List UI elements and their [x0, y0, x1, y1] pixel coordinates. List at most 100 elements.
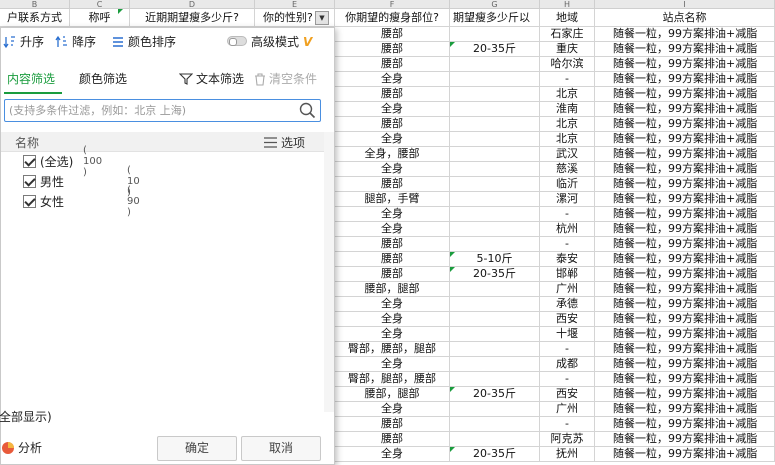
cell-weight-range[interactable] — [450, 402, 540, 417]
analysis-button[interactable]: 分析 — [1, 440, 42, 456]
cell-site-name[interactable]: 随餐一粒，99方案排油+减脂 — [595, 342, 775, 357]
cell-region[interactable]: 漯河 — [540, 192, 595, 207]
cell-body-part[interactable]: 腰部 — [335, 87, 450, 102]
cell-region[interactable]: 临沂 — [540, 177, 595, 192]
cell-site-name[interactable]: 随餐一粒，99方案排油+减脂 — [595, 57, 775, 72]
cell-body-part[interactable]: 全身 — [335, 207, 450, 222]
cell-body-part[interactable]: 腰部 — [335, 432, 450, 447]
cell-weight-range[interactable] — [450, 432, 540, 447]
cell-site-name[interactable]: 随餐一粒，99方案排油+减脂 — [595, 237, 775, 252]
cell-body-part[interactable]: 腰部，腿部 — [335, 387, 450, 402]
list-item-male[interactable]: 男性 ( 10 ) — [23, 165, 140, 198]
cell-site-name[interactable]: 随餐一粒，99方案排油+减脂 — [595, 132, 775, 147]
tab-content-filter[interactable]: 内容筛选 — [7, 71, 55, 87]
cell-region[interactable]: 北京 — [540, 117, 595, 132]
list-scrollbar[interactable] — [324, 132, 334, 412]
cell-site-name[interactable]: 随餐一粒，99方案排油+减脂 — [595, 117, 775, 132]
cancel-button[interactable]: 取消 — [241, 436, 321, 461]
cell-weight-range[interactable] — [450, 192, 540, 207]
cell-site-name[interactable]: 随餐一粒，99方案排油+减脂 — [595, 402, 775, 417]
cell-region[interactable]: 承德 — [540, 297, 595, 312]
cell-site-name[interactable]: 随餐一粒，99方案排油+减脂 — [595, 27, 775, 42]
cell-site-name[interactable]: 随餐一粒，99方案排油+减脂 — [595, 282, 775, 297]
cell-site-name[interactable]: 随餐一粒，99方案排油+减脂 — [595, 222, 775, 237]
cell-region[interactable]: 广州 — [540, 282, 595, 297]
cell-region[interactable]: 淮南 — [540, 102, 595, 117]
cell-body-part[interactable]: 臀部，腰部，腿部 — [335, 342, 450, 357]
cell-site-name[interactable]: 随餐一粒，99方案排油+减脂 — [595, 72, 775, 87]
cell-region[interactable]: - — [540, 72, 595, 87]
checkbox-select-all[interactable] — [23, 154, 36, 168]
cell-body-part[interactable]: 腰部 — [335, 42, 450, 57]
cell-site-name[interactable]: 随餐一粒，99方案排油+减脂 — [595, 177, 775, 192]
cell-body-part[interactable]: 全身 — [335, 402, 450, 417]
cell-body-part[interactable]: 腿部，手臂 — [335, 192, 450, 207]
cell-region[interactable]: 广州 — [540, 402, 595, 417]
cell-region[interactable]: 西安 — [540, 387, 595, 402]
cell-region[interactable]: 杭州 — [540, 222, 595, 237]
cell-weight-range[interactable] — [450, 72, 540, 87]
cell-weight-range[interactable]: 5-10斤 — [450, 252, 540, 267]
column-letter-d[interactable]: D — [130, 0, 255, 9]
cell-site-name[interactable]: 随餐一粒，99方案排油+减脂 — [595, 447, 775, 462]
cell-region[interactable]: - — [540, 237, 595, 252]
cell-region[interactable]: - — [540, 342, 595, 357]
cell-site-name[interactable]: 随餐一粒，99方案排油+减脂 — [595, 357, 775, 372]
cell-weight-range[interactable] — [450, 177, 540, 192]
cell-site-name[interactable]: 随餐一粒，99方案排油+减脂 — [595, 42, 775, 57]
cell-body-part[interactable]: 腰部，腿部 — [335, 282, 450, 297]
cell-region[interactable]: 泰安 — [540, 252, 595, 267]
filter-search-input[interactable] — [4, 99, 321, 122]
cell-site-name[interactable]: 随餐一粒，99方案排油+减脂 — [595, 162, 775, 177]
header-region[interactable]: 地域 — [540, 9, 595, 27]
column-letter-f[interactable]: F — [335, 0, 450, 9]
cell-weight-range[interactable] — [450, 357, 540, 372]
cell-region[interactable]: 十堰 — [540, 327, 595, 342]
cell-body-part[interactable]: 全身 — [335, 72, 450, 87]
cell-region[interactable]: 武汉 — [540, 147, 595, 162]
cell-weight-range[interactable]: 20-35斤 — [450, 447, 540, 462]
cell-site-name[interactable]: 随餐一粒，99方案排油+减脂 — [595, 147, 775, 162]
cell-region[interactable]: 北京 — [540, 87, 595, 102]
cell-weight-range[interactable] — [450, 282, 540, 297]
cell-region[interactable]: 北京 — [540, 132, 595, 147]
checkbox-female[interactable] — [23, 194, 36, 208]
checkbox-male[interactable] — [23, 174, 36, 188]
cell-body-part[interactable]: 腰部 — [335, 27, 450, 42]
cell-weight-range[interactable] — [450, 237, 540, 252]
cell-weight-range[interactable] — [450, 147, 540, 162]
column-letter-g[interactable]: G — [450, 0, 540, 9]
cell-site-name[interactable]: 随餐一粒，99方案排油+减脂 — [595, 417, 775, 432]
options-button[interactable]: 选项 — [264, 134, 305, 151]
cell-body-part[interactable]: 全身 — [335, 327, 450, 342]
header-body-part[interactable]: 你期望的瘦身部位? — [335, 9, 450, 27]
cell-weight-range[interactable] — [450, 312, 540, 327]
cell-site-name[interactable]: 随餐一粒，99方案排油+减脂 — [595, 327, 775, 342]
cell-site-name[interactable]: 随餐一粒，99方案排油+减脂 — [595, 372, 775, 387]
cell-body-part[interactable]: 腰部 — [335, 252, 450, 267]
cell-body-part[interactable]: 全身，腰部 — [335, 147, 450, 162]
cell-body-part[interactable]: 腰部 — [335, 117, 450, 132]
sort-asc-button[interactable]: 升序 — [3, 34, 44, 50]
cell-region[interactable]: 西安 — [540, 312, 595, 327]
list-item-female[interactable]: 女性 ( 90 ) — [23, 185, 140, 218]
cell-site-name[interactable]: 随餐一粒，99方案排油+减脂 — [595, 207, 775, 222]
cell-region[interactable]: 重庆 — [540, 42, 595, 57]
column-letter-b[interactable]: B — [0, 0, 70, 9]
text-filter-button[interactable]: 文本筛选 — [179, 71, 244, 87]
advanced-mode-toggle[interactable] — [227, 36, 247, 46]
tab-color-filter[interactable]: 颜色筛选 — [79, 71, 127, 87]
cell-site-name[interactable]: 随餐一粒，99方案排油+减脂 — [595, 432, 775, 447]
list-item-select-all[interactable]: (全选) ( 100 ) — [23, 145, 102, 178]
header-contact[interactable]: 户联系方式 — [0, 9, 70, 27]
sort-desc-button[interactable]: 降序 — [55, 34, 96, 50]
cell-weight-range[interactable] — [450, 132, 540, 147]
cell-weight-range[interactable] — [450, 102, 540, 117]
cell-site-name[interactable]: 随餐一粒，99方案排油+减脂 — [595, 102, 775, 117]
cell-weight-range[interactable]: 20-35斤 — [450, 387, 540, 402]
cell-site-name[interactable]: 随餐一粒，99方案排油+减脂 — [595, 252, 775, 267]
cell-weight-range[interactable] — [450, 417, 540, 432]
cell-body-part[interactable]: 腰部 — [335, 57, 450, 72]
cell-site-name[interactable]: 随餐一粒，99方案排油+减脂 — [595, 192, 775, 207]
cell-region[interactable]: 慈溪 — [540, 162, 595, 177]
